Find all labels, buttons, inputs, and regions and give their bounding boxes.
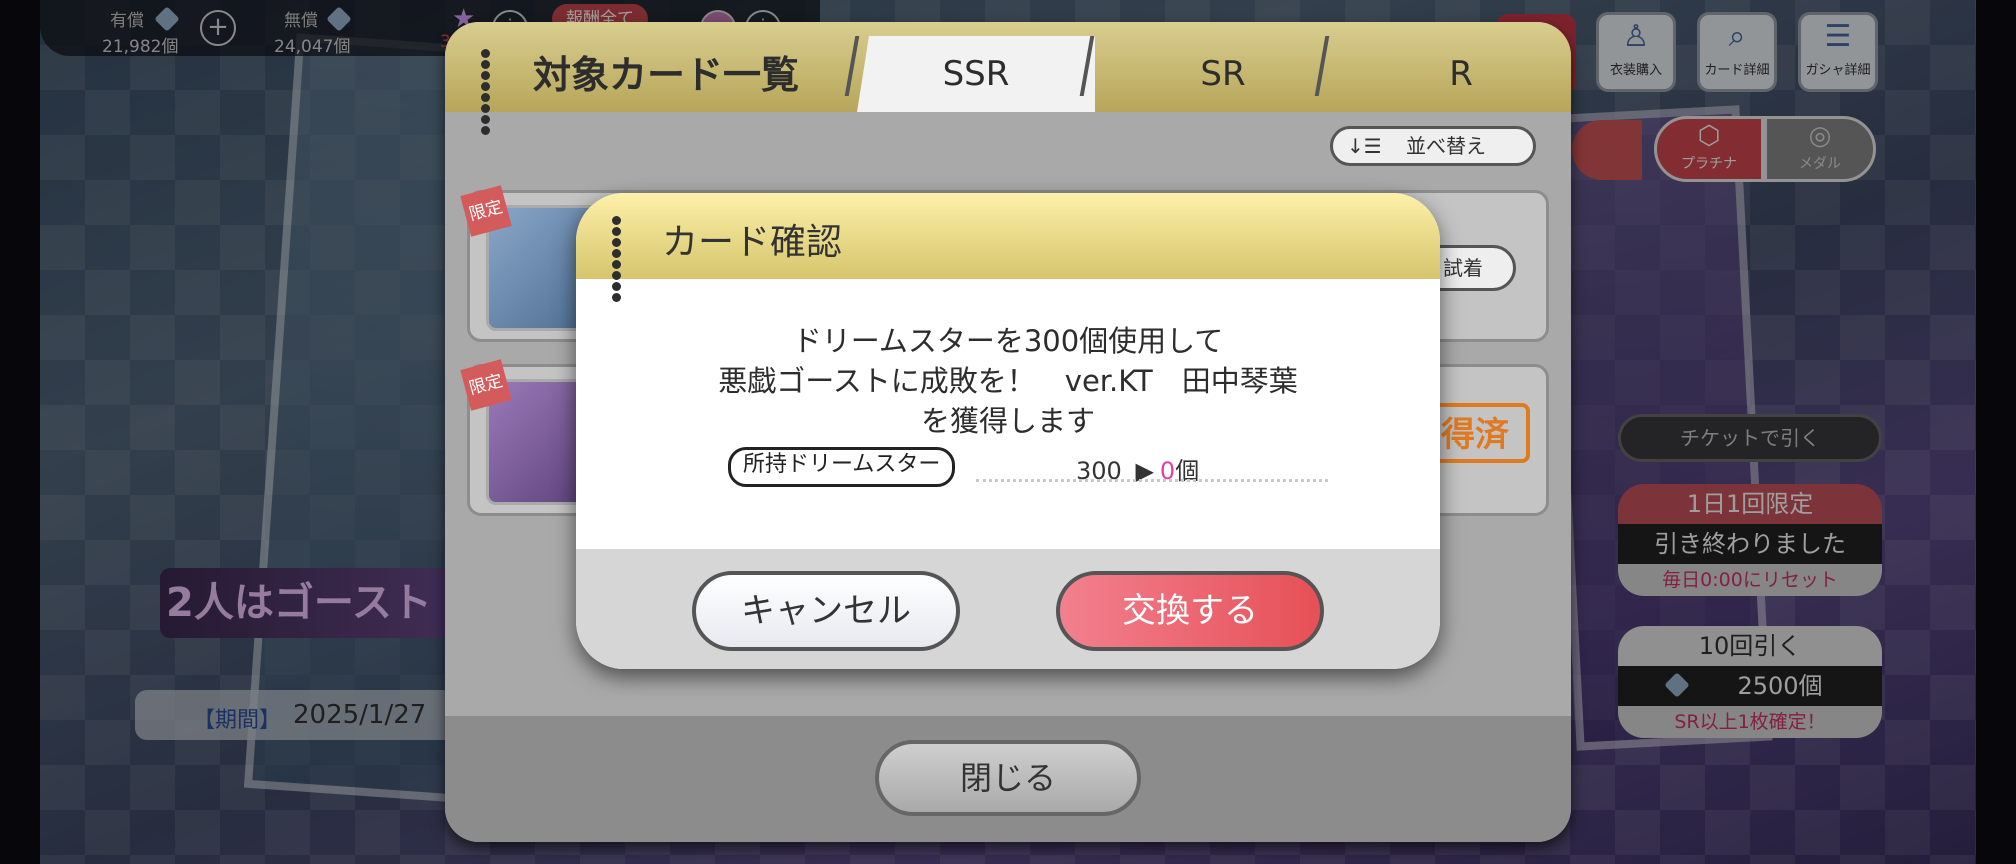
tab-sr[interactable]: SR <box>1105 36 1341 112</box>
sort-icon: ↓☰ <box>1347 134 1382 158</box>
dialog-title: 対象カード一覧 <box>533 53 800 97</box>
dotted-divider <box>976 479 1328 482</box>
close-button[interactable]: 閉じる <box>875 740 1141 816</box>
try-on-label: 試着 <box>1443 256 1483 280</box>
exchange-button[interactable]: 交換する <box>1056 571 1324 651</box>
cancel-button[interactable]: キャンセル <box>692 571 960 651</box>
tab-r[interactable]: R <box>1343 36 1571 112</box>
card-confirm-modal: カード確認 ドリームスターを300個使用して 悪戯ゴーストに成敗を！ ver.K… <box>576 193 1440 669</box>
confirm-message-line: ドリームスターを300個使用して <box>792 324 1224 358</box>
sort-button[interactable]: ↓☰ 並べ替え <box>1330 126 1536 166</box>
modal-title: カード確認 <box>662 222 843 263</box>
confirm-message-line: 悪戯ゴーストに成敗を！ ver.KT 田中琴葉 <box>718 364 1298 398</box>
confirm-message-line: を獲得します <box>920 404 1095 438</box>
sort-label: 並べ替え <box>1406 134 1487 158</box>
grip-icon <box>479 48 501 135</box>
tab-ssr[interactable]: SSR <box>857 36 1095 112</box>
grip-icon <box>610 215 632 302</box>
owned-dream-star-label: 所持ドリームスター <box>728 447 956 487</box>
confirm-message: ドリームスターを300個使用して 悪戯ゴーストに成敗を！ ver.KT 田中琴葉… <box>576 321 1440 441</box>
